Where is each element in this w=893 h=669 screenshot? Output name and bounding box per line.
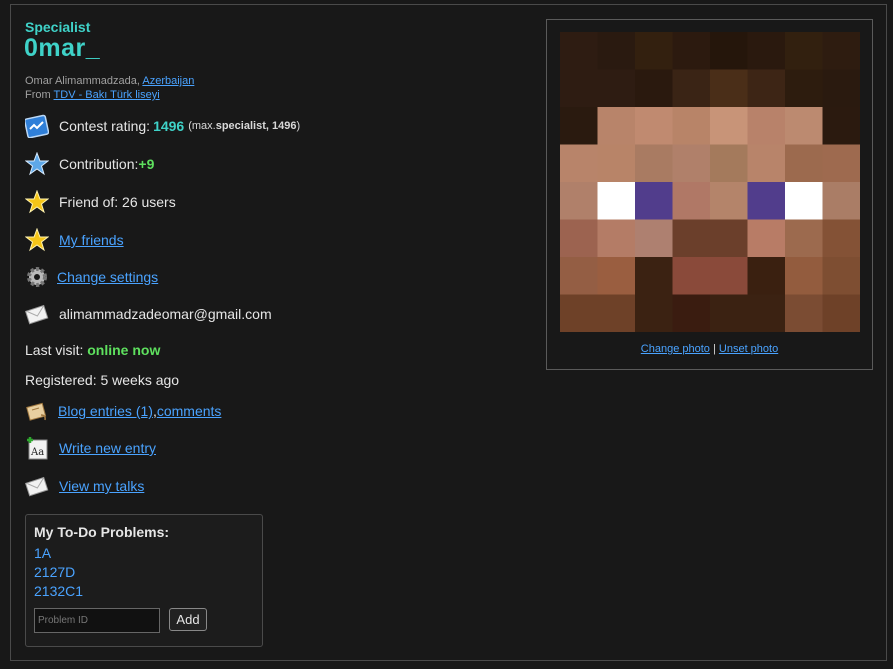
todo-item-link[interactable]: 1A	[34, 545, 51, 561]
write-entry-icon: Aa	[25, 436, 49, 460]
my-friends-row: My friends	[25, 228, 124, 252]
contribution-value: +9	[138, 156, 155, 172]
email-address: alimammadzadeomar@gmail.com	[59, 306, 272, 322]
my-friends-link[interactable]: My friends	[59, 232, 124, 248]
contribution-label: Contribution:	[59, 156, 139, 172]
registered-text: Registered: 5 weeks ago	[25, 372, 180, 388]
user-full-name: Omar Alimammadzada,	[25, 75, 143, 87]
last-visit-value: online now	[87, 342, 161, 358]
organization-link[interactable]: TDV - Bakı Türk liseyi	[54, 89, 160, 101]
user-rank: Specialist	[25, 19, 91, 35]
unset-photo-link[interactable]: Unset photo	[719, 343, 778, 355]
svg-text:Aa: Aa	[30, 447, 44, 458]
todo-title: My To-Do Problems:	[34, 524, 170, 540]
change-settings-row: Change settings	[25, 265, 158, 289]
change-settings-link[interactable]: Change settings	[57, 269, 158, 285]
email-row: alimammadzadeomar@gmail.com	[25, 302, 272, 326]
max-rating-open: (max.	[188, 120, 216, 132]
photo-links: Change photo | Unset photo	[547, 343, 872, 355]
blue-star-icon	[25, 152, 49, 176]
max-rating-close: )	[296, 120, 301, 132]
gear-icon	[25, 265, 49, 289]
blog-scroll-icon	[25, 399, 49, 423]
user-organization-line: From TDV - Bakı Türk liseyi	[25, 89, 160, 101]
blog-row: Blog entries (1), comments	[25, 399, 221, 423]
contest-rating-label: Contest rating:	[59, 118, 151, 134]
todo-item-link[interactable]: 2127D	[34, 564, 75, 580]
contest-rating-row: Contest rating: 1496 (max. specialist, 1…	[25, 114, 300, 138]
friend-of-row: Friend of: 26 users	[25, 190, 176, 214]
write-new-entry-link[interactable]: Write new entry	[59, 440, 156, 456]
user-name-line: Omar Alimammadzada, Azerbaijan	[25, 75, 194, 87]
star-icon	[25, 190, 49, 214]
todo-problems-box: My To-Do Problems: 1A 2127D 2132C1 Add	[25, 514, 263, 647]
user-avatar	[560, 32, 860, 332]
last-visit-label: Last visit:	[25, 342, 88, 358]
talks-row: View my talks	[25, 474, 144, 498]
country-link[interactable]: Azerbaijan	[142, 75, 194, 87]
write-entry-row: Aa Write new entry	[25, 436, 156, 460]
rating-chart-icon	[25, 114, 49, 138]
star-icon	[25, 228, 49, 252]
from-label: From	[25, 89, 54, 101]
contribution-row: Contribution: +9	[25, 152, 154, 176]
problem-id-input[interactable]	[34, 608, 160, 633]
envelope-icon	[25, 474, 49, 498]
max-rating-value: specialist, 1496	[215, 120, 297, 132]
photo-box: Change photo | Unset photo	[546, 19, 873, 370]
last-visit-row: Last visit: online now	[25, 342, 160, 358]
add-todo-button[interactable]: Add	[169, 608, 207, 631]
photo-links-separator: |	[709, 343, 719, 355]
friend-of-text: Friend of: 26 users	[59, 194, 176, 210]
envelope-icon	[25, 302, 49, 326]
contest-rating-value: 1496	[153, 118, 185, 134]
user-handle: 0mar_	[24, 34, 101, 62]
change-photo-link[interactable]: Change photo	[641, 343, 710, 355]
todo-item-link[interactable]: 2132C1	[34, 583, 83, 599]
view-my-talks-link[interactable]: View my talks	[59, 478, 144, 494]
blog-entries-link[interactable]: Blog entries (1)	[58, 403, 153, 419]
comments-link[interactable]: comments	[157, 403, 222, 419]
